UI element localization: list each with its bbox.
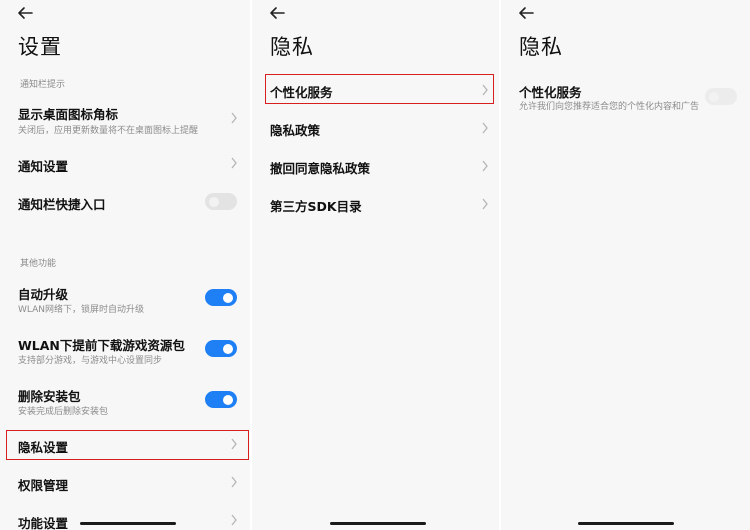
setting-features[interactable]: 功能设置 [0,506,250,530]
highlight-box [265,74,494,104]
setting-personalized-service: 个性化服务 允许我们向您推荐适合您的个性化内容和广告 [501,78,750,118]
setting-label: 通知栏快捷入口 [18,197,106,212]
chevron-right-icon [482,198,488,210]
chevron-right-icon [231,112,237,124]
page-title: 隐私 [519,35,563,59]
privacy-item-sdk[interactable]: 第三方SDK目录 [252,189,499,219]
setting-description: 安装完成后删除安装包 [18,407,109,417]
page-title: 隐私 [270,35,314,59]
setting-description: 关闭后，应用更新数量将不在桌面图标上提醒 [18,126,199,136]
privacy-item-label: 隐私政策 [270,123,321,138]
setting-description: 支持部分游戏，与游戏中心设置同步 [18,356,163,366]
back-arrow-icon[interactable] [16,4,34,22]
setting-permissions[interactable]: 权限管理 [0,468,250,498]
section-header-other: 其他功能 [20,259,57,269]
back-arrow-icon[interactable] [517,4,535,22]
privacy-screen: 隐私 个性化服务 隐私政策 撤回同意隐私政策 第三方SDK目录 [252,0,499,530]
setting-auto-upgrade: 自动升级 WLAN网络下，锁屏时自动升级 [0,280,250,320]
setting-label: WLAN下提前下载游戏资源包 [18,338,185,353]
privacy-item-label: 撤回同意隐私政策 [270,161,371,176]
auto-upgrade-toggle[interactable] [205,289,237,306]
setting-notification[interactable]: 通知设置 [0,148,250,178]
setting-label: 权限管理 [18,478,69,493]
predownload-toggle[interactable] [205,340,237,357]
setting-label: 自动升级 [18,287,69,302]
privacy-item-policy[interactable]: 隐私政策 [252,113,499,143]
setting-label: 功能设置 [18,516,69,530]
chevron-right-icon [482,122,488,134]
privacy-item-label: 第三方SDK目录 [270,199,362,214]
home-indicator [330,522,426,525]
setting-label: 显示桌面图标角标 [18,107,119,122]
home-indicator [80,522,176,525]
setting-label: 通知设置 [18,159,69,174]
setting-description: 允许我们向您推荐适合您的个性化内容和广告 [519,102,700,112]
settings-screen: 设置 通知栏提示 显示桌面图标角标 关闭后，应用更新数量将不在桌面图标上提醒 通… [0,0,250,530]
setting-delete-package: 删除安装包 安装完成后删除安装包 [0,382,250,422]
setting-show-badge[interactable]: 显示桌面图标角标 关闭后，应用更新数量将不在桌面图标上提醒 [0,100,250,140]
setting-predownload: WLAN下提前下载游戏资源包 支持部分游戏，与游戏中心设置同步 [0,331,250,371]
delete-package-toggle[interactable] [205,391,237,408]
setting-description: WLAN网络下，锁屏时自动升级 [18,305,145,315]
back-arrow-icon[interactable] [268,4,286,22]
quick-entry-toggle[interactable] [205,193,237,210]
section-header-notification: 通知栏提示 [20,80,66,90]
chevron-right-icon [482,160,488,172]
chevron-right-icon [231,514,237,526]
home-indicator [578,522,674,525]
highlight-box [6,430,249,460]
personalized-service-screen: 隐私 个性化服务 允许我们向您推荐适合您的个性化内容和广告 [501,0,750,530]
personalized-service-toggle[interactable] [705,88,737,105]
setting-label: 删除安装包 [18,389,81,404]
page-title: 设置 [18,35,62,59]
chevron-right-icon [231,157,237,169]
privacy-item-revoke[interactable]: 撤回同意隐私政策 [252,151,499,181]
setting-quick-entry: 通知栏快捷入口 [0,186,250,216]
chevron-right-icon [231,476,237,488]
